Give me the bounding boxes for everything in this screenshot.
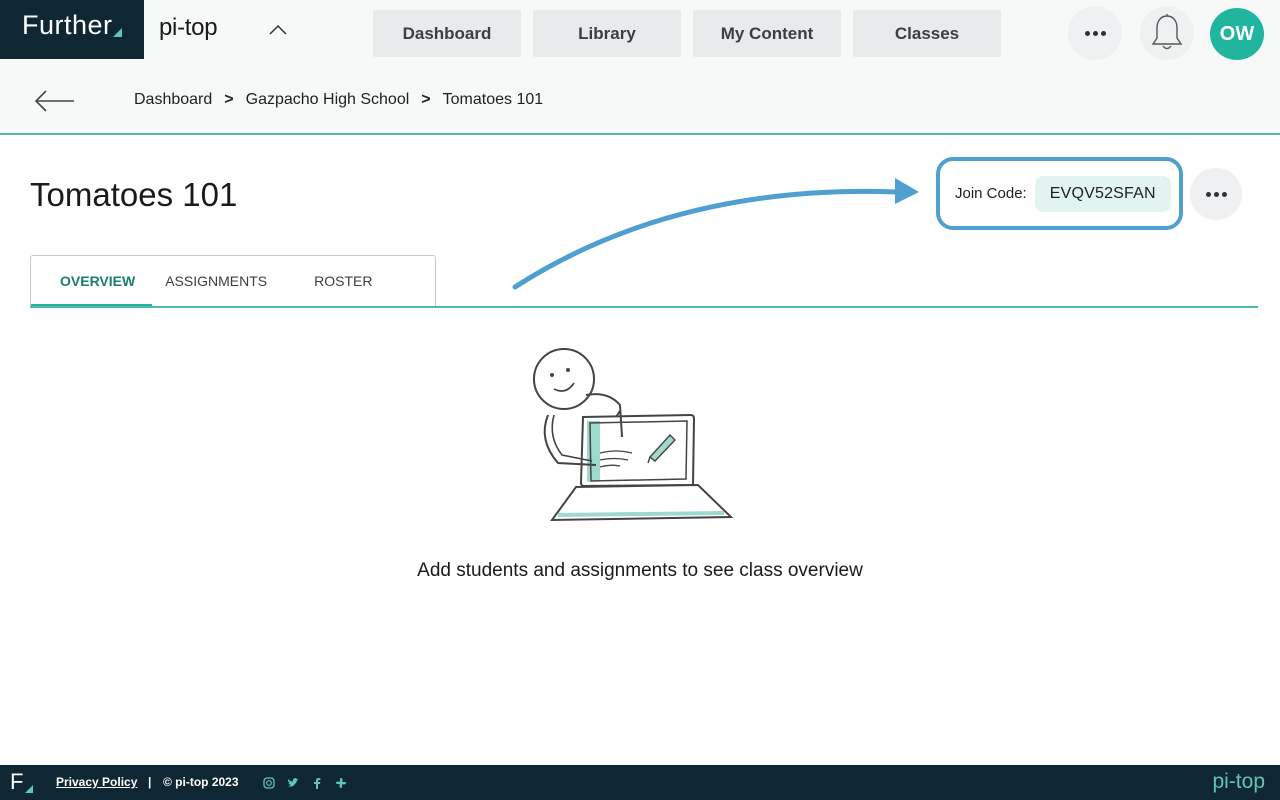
back-button[interactable] <box>34 87 76 115</box>
more-dots-icon <box>1205 191 1227 197</box>
breadcrumb: Dashboard > Gazpacho High School > Tomat… <box>134 91 543 109</box>
breadcrumb-separator: > <box>224 91 234 108</box>
breadcrumb-separator: > <box>421 91 431 108</box>
nav-classes-button[interactable]: Classes <box>853 10 1001 57</box>
nav-my-content-button[interactable]: My Content <box>693 10 841 57</box>
breadcrumb-school-link[interactable]: Gazpacho High School <box>246 91 410 109</box>
slack-icon[interactable] <box>335 777 347 789</box>
join-code-highlight: Join Code: EVQV52SFAN <box>936 157 1183 230</box>
breadcrumb-bar: Dashboard > Gazpacho High School > Tomat… <box>0 67 1280 135</box>
organization-name: pi-top <box>159 14 218 41</box>
footer-pi-top-logo[interactable]: pi-top <box>1212 770 1265 794</box>
chevron-up-icon <box>269 24 287 35</box>
annotation-arrow-icon <box>512 178 919 290</box>
instagram-icon[interactable] <box>263 777 275 789</box>
person-with-laptop-illustration <box>533 348 734 522</box>
footer-logo-triangle-icon <box>25 785 33 793</box>
tab-divider <box>30 306 1258 308</box>
class-tabs: OVERVIEW ASSIGNMENTS ROSTER <box>30 255 436 307</box>
organization-switcher-button[interactable] <box>262 16 294 44</box>
footer-separator: | <box>148 775 152 789</box>
further-logo-text: Further <box>22 10 113 40</box>
tab-overview[interactable]: OVERVIEW <box>30 256 153 307</box>
nav-library-button[interactable]: Library <box>533 10 681 57</box>
privacy-policy-link[interactable]: Privacy Policy <box>56 775 137 789</box>
app-root: Further pi-top Dashboard Library My Cont… <box>0 0 1280 800</box>
copyright-text: © pi-top 2023 <box>163 775 239 789</box>
twitter-icon[interactable] <box>287 777 299 789</box>
nav-dashboard-button[interactable]: Dashboard <box>373 10 521 57</box>
class-options-button[interactable] <box>1190 168 1242 220</box>
empty-state-message: Add students and assignments to see clas… <box>417 560 863 581</box>
breadcrumb-dashboard-link[interactable]: Dashboard <box>134 91 212 109</box>
breadcrumb-current: Tomatoes 101 <box>442 91 544 108</box>
bell-icon <box>1151 14 1183 50</box>
logo-triangle-icon <box>113 28 122 37</box>
tab-assignments[interactable]: ASSIGNMENTS <box>152 256 297 307</box>
more-menu-button[interactable] <box>1068 6 1122 60</box>
tab-roster[interactable]: ROSTER <box>297 256 389 307</box>
facebook-icon[interactable] <box>311 777 323 789</box>
footer: F Privacy Policy | © pi-top 2023 pi-top <box>0 765 1280 800</box>
footer-logo[interactable]: F <box>10 769 23 795</box>
page-title: Tomatoes 101 <box>30 176 238 213</box>
further-logo[interactable]: Further <box>0 0 144 59</box>
top-navigation-bar: Further pi-top Dashboard Library My Cont… <box>0 0 1280 67</box>
join-code-value[interactable]: EVQV52SFAN <box>1034 175 1171 212</box>
back-arrow-icon <box>34 90 74 112</box>
user-avatar[interactable]: OW <box>1210 8 1264 60</box>
more-dots-icon <box>1084 30 1106 36</box>
notifications-button[interactable] <box>1140 6 1194 60</box>
join-code-label: Join Code: <box>955 185 1027 202</box>
